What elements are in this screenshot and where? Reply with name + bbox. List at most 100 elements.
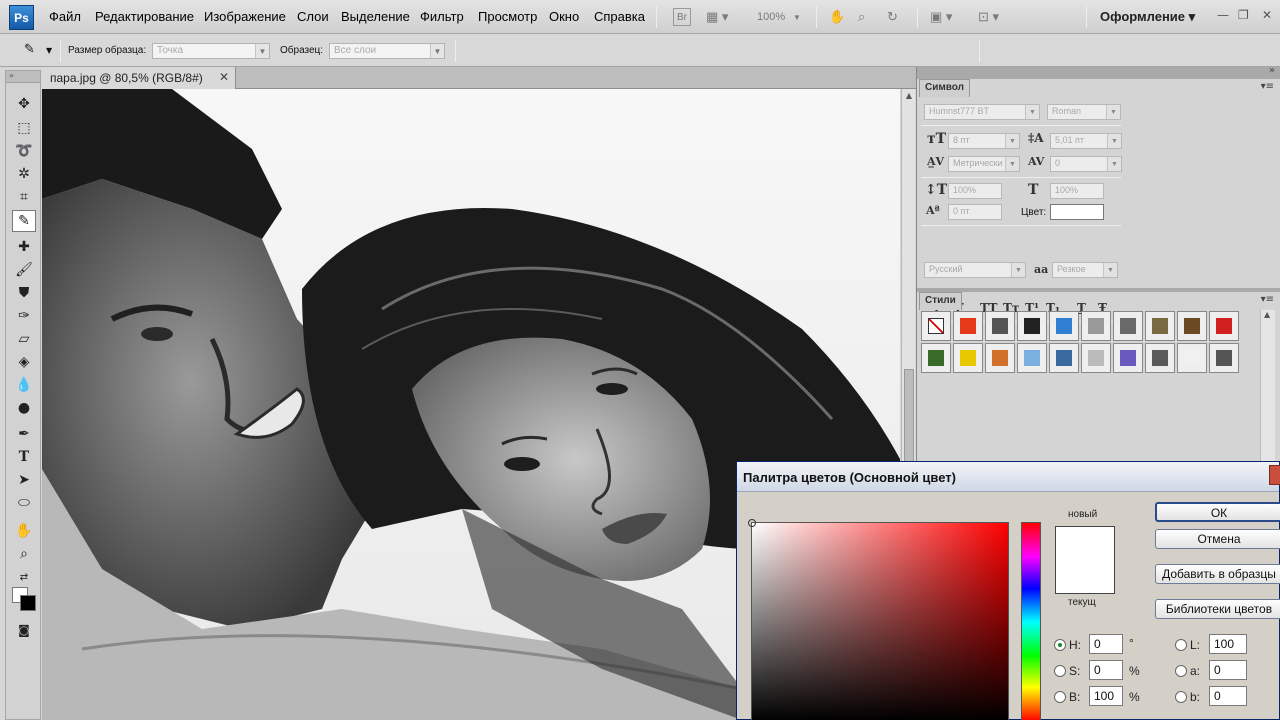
- workspace-switcher[interactable]: Оформление ▾: [1100, 9, 1195, 25]
- panel-grip[interactable]: »: [6, 71, 40, 83]
- sample-layers-select[interactable]: Все слои ▼: [329, 43, 445, 59]
- blur-tool-icon[interactable]: 💧: [12, 374, 36, 396]
- sample-size-select[interactable]: Точка ▼: [152, 43, 270, 59]
- minimize-icon[interactable]: —: [1217, 8, 1229, 22]
- clone-stamp-tool-icon[interactable]: ⛊: [12, 282, 36, 304]
- hand-icon[interactable]: ✋: [829, 8, 845, 26]
- marquee-tool-icon[interactable]: ⬚: [12, 117, 36, 139]
- dodge-tool-icon[interactable]: ●: [12, 397, 36, 419]
- close-icon[interactable]: ✕: [1262, 8, 1272, 22]
- menu-file[interactable]: Файл: [49, 9, 81, 24]
- lasso-tool-icon[interactable]: ➰: [12, 140, 36, 162]
- style-swatch[interactable]: [1113, 311, 1143, 341]
- chevron-down-icon[interactable]: ▼: [793, 8, 801, 26]
- brush-tool-icon[interactable]: 🖌: [12, 259, 36, 281]
- a-radio[interactable]: [1175, 665, 1187, 677]
- menu-filter[interactable]: Фильтр: [420, 9, 464, 24]
- bridge-icon[interactable]: Br: [673, 8, 691, 26]
- horizontal-scale-field[interactable]: 100%: [1050, 183, 1104, 199]
- hand-tool-icon[interactable]: ✋: [12, 520, 36, 542]
- style-swatch[interactable]: [1145, 343, 1175, 373]
- lab-b-input[interactable]: 0: [1209, 686, 1247, 706]
- restore-icon[interactable]: ❐: [1238, 8, 1249, 22]
- ok-button[interactable]: ОК: [1155, 502, 1280, 522]
- color-libraries-button[interactable]: Библиотеки цветов: [1155, 599, 1280, 619]
- background-color-swatch[interactable]: [20, 595, 36, 611]
- kerning-select[interactable]: Метрически ▼: [948, 156, 1020, 172]
- eraser-tool-icon[interactable]: ▱: [12, 328, 36, 350]
- style-swatch[interactable]: [953, 343, 983, 373]
- style-swatch[interactable]: [1145, 311, 1175, 341]
- zoom-select[interactable]: 100%: [757, 8, 785, 26]
- b-input[interactable]: 100: [1089, 686, 1123, 706]
- panel-menu-icon[interactable]: ▾≡: [1261, 81, 1274, 92]
- zoom-tool-icon[interactable]: ⌕: [12, 543, 36, 565]
- menu-help[interactable]: Справка: [594, 9, 645, 24]
- menu-layers[interactable]: Слои: [297, 9, 329, 24]
- healing-brush-tool-icon[interactable]: ✚: [12, 236, 36, 258]
- l-input[interactable]: 100: [1209, 634, 1247, 654]
- style-swatch[interactable]: [1017, 343, 1047, 373]
- a-input[interactable]: 0: [1209, 660, 1247, 680]
- tab-styles[interactable]: Стили: [919, 292, 962, 310]
- color-field[interactable]: [748, 519, 1009, 720]
- swap-colors-icon[interactable]: ⇄: [12, 566, 36, 588]
- magic-wand-tool-icon[interactable]: ✲: [12, 163, 36, 185]
- s-radio[interactable]: [1054, 665, 1066, 677]
- baseline-shift-field[interactable]: 0 пт: [948, 204, 1002, 220]
- eyedropper-tool-icon[interactable]: ✎: [12, 210, 36, 232]
- b-radio[interactable]: [1054, 691, 1066, 703]
- arrange-documents-icon[interactable]: ▣ ▾: [930, 8, 952, 26]
- path-selection-tool-icon[interactable]: ➤: [12, 469, 36, 491]
- vertical-scale-field[interactable]: 100%: [948, 183, 1002, 199]
- rotate-view-icon[interactable]: ↻: [887, 8, 898, 26]
- l-radio[interactable]: [1175, 639, 1187, 651]
- move-tool-icon[interactable]: ✥: [12, 93, 36, 115]
- style-swatch[interactable]: [1081, 311, 1111, 341]
- style-swatch[interactable]: [1081, 343, 1111, 373]
- cancel-button[interactable]: Отмена: [1155, 529, 1280, 549]
- style-swatch[interactable]: [1209, 311, 1239, 341]
- leading-select[interactable]: 5,01 пт ▼: [1050, 133, 1122, 149]
- style-swatch[interactable]: [1209, 343, 1239, 373]
- tracking-select[interactable]: 0 ▼: [1050, 156, 1122, 172]
- pen-tool-icon[interactable]: ✒: [12, 423, 36, 445]
- menu-select[interactable]: Выделение: [341, 9, 410, 24]
- style-swatch[interactable]: [985, 343, 1015, 373]
- eyedropper-icon[interactable]: ✎: [24, 42, 35, 57]
- close-icon[interactable]: ✕: [219, 70, 229, 84]
- collapse-icon[interactable]: »: [1269, 65, 1275, 76]
- style-swatch[interactable]: [1177, 343, 1207, 373]
- style-swatch[interactable]: [921, 311, 951, 341]
- text-color-swatch[interactable]: [1050, 204, 1104, 220]
- menu-edit[interactable]: Редактирование: [95, 9, 194, 24]
- color-field-marker[interactable]: [748, 519, 756, 527]
- h-input[interactable]: 0: [1089, 634, 1123, 654]
- scroll-up-icon[interactable]: ▲: [902, 89, 916, 103]
- style-swatch[interactable]: [1049, 311, 1079, 341]
- antialias-select[interactable]: Резкое ▼: [1052, 262, 1118, 278]
- zoom-icon[interactable]: ⌕: [858, 8, 865, 26]
- font-style-select[interactable]: Roman ▼: [1047, 104, 1121, 120]
- shape-tool-icon[interactable]: ⬭: [12, 492, 36, 514]
- document-tab[interactable]: пара.jpg @ 80,5% (RGB/8#) ✕: [42, 67, 236, 89]
- styles-scrollbar[interactable]: ▲: [1260, 310, 1275, 470]
- type-tool-icon[interactable]: T: [12, 446, 36, 468]
- add-to-swatches-button[interactable]: Добавить в образцы: [1155, 564, 1280, 584]
- menu-window[interactable]: Окно: [549, 9, 579, 24]
- panel-menu-icon[interactable]: ▾≡: [1261, 294, 1274, 305]
- s-input[interactable]: 0: [1089, 660, 1123, 680]
- style-swatch[interactable]: [985, 311, 1015, 341]
- style-swatch[interactable]: [921, 343, 951, 373]
- font-family-select[interactable]: Humnst777 BT ▼: [924, 104, 1040, 120]
- style-swatch[interactable]: [1113, 343, 1143, 373]
- extras-icon[interactable]: ▦ ▾: [706, 8, 728, 26]
- quick-mask-icon[interactable]: ◙: [12, 619, 36, 641]
- screen-mode-icon[interactable]: ⊡ ▾: [978, 8, 999, 26]
- h-radio[interactable]: [1054, 639, 1066, 651]
- style-swatch[interactable]: [953, 311, 983, 341]
- lab-b-radio[interactable]: [1175, 691, 1187, 703]
- language-select[interactable]: Русский ▼: [924, 262, 1026, 278]
- scroll-up-icon[interactable]: ▲: [1264, 310, 1270, 319]
- font-size-select[interactable]: 8 пт ▼: [948, 133, 1020, 149]
